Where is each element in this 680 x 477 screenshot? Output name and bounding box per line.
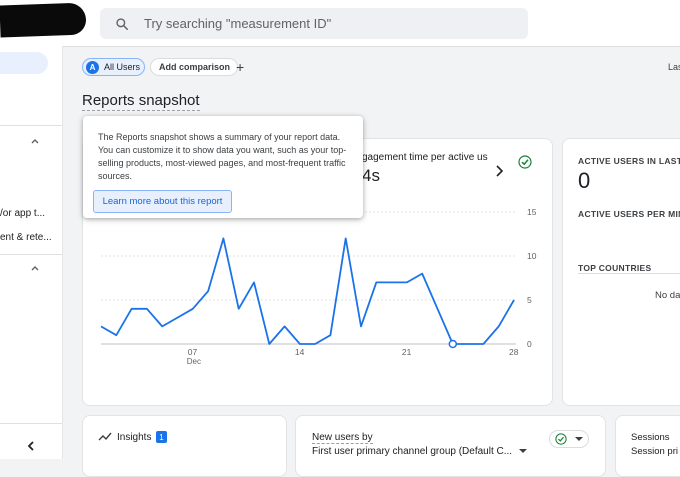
- insights-count-badge: 1: [156, 431, 167, 443]
- all-users-label: All Users: [104, 62, 141, 72]
- metric-value: 4s: [362, 166, 380, 185]
- realtime-per-minute-label: ACTIVE USERS PER MINUTE: [578, 209, 680, 219]
- reports-snapshot-tooltip: The Reports snapshot shows a summary of …: [83, 116, 363, 218]
- sessions-title[interactable]: Sessions: [631, 432, 670, 443]
- top-countries-label: TOP COUNTRIES: [578, 263, 652, 273]
- sidebar-divider: [0, 254, 62, 255]
- sidebar-item-retention[interactable]: ent & rete...: [0, 232, 52, 243]
- collapse-sidebar-icon[interactable]: [26, 440, 36, 452]
- sidebar-item-active[interactable]: [0, 52, 48, 74]
- search-bar[interactable]: Try searching "measurement ID": [100, 8, 528, 39]
- realtime-label: ACTIVE USERS IN LAST 30: [578, 156, 680, 166]
- chevron-up-icon[interactable]: [30, 136, 40, 146]
- metric-heading[interactable]: gagement time per active us: [362, 152, 488, 163]
- realtime-value: 0: [578, 168, 591, 193]
- session-dimension-label[interactable]: Session pri: [631, 446, 678, 457]
- plus-icon: +: [236, 59, 245, 75]
- all-users-chip[interactable]: A All Users: [82, 58, 145, 76]
- date-range-label[interactable]: Las: [668, 62, 680, 72]
- left-sidebar: /or app t... ent & rete...: [0, 46, 63, 459]
- chevron-right-icon[interactable]: [494, 164, 504, 178]
- chevron-up-icon[interactable]: [30, 263, 40, 273]
- sidebar-item-app[interactable]: /or app t...: [0, 208, 45, 219]
- dropdown-arrow-icon: [575, 437, 583, 441]
- new-users-title[interactable]: New users by: [312, 432, 373, 444]
- check-circle-icon: [555, 433, 567, 445]
- check-circle-icon[interactable]: [518, 155, 532, 169]
- page-title: Reports snapshot: [82, 92, 200, 111]
- no-data-text: No da: [655, 290, 680, 301]
- search-icon: [100, 17, 144, 31]
- insights-card: [82, 415, 287, 477]
- insights-title[interactable]: Insights: [117, 432, 151, 443]
- sidebar-divider: [0, 423, 62, 424]
- dimension-selector[interactable]: First user primary channel group (Defaul…: [312, 446, 527, 457]
- tooltip-text: The Reports snapshot shows a summary of …: [98, 132, 347, 181]
- learn-more-button[interactable]: Learn more about this report: [93, 190, 232, 213]
- account-selector-redacted[interactable]: [0, 2, 87, 38]
- dropdown-arrow-icon: [518, 449, 527, 453]
- top-bar: unts Try searching "measurement ID": [0, 0, 680, 47]
- segment-avatar: A: [86, 60, 99, 74]
- dimension-label: First user primary channel group (Defaul…: [312, 446, 513, 457]
- insights-icon: [98, 432, 112, 441]
- card-status-dropdown[interactable]: [549, 430, 589, 448]
- add-comparison-label: Add comparison: [159, 62, 231, 72]
- realtime-divider: [578, 273, 680, 274]
- search-input[interactable]: Try searching "measurement ID": [144, 16, 331, 31]
- sidebar-divider: [0, 125, 62, 126]
- add-comparison-button[interactable]: Add comparison +: [150, 58, 244, 76]
